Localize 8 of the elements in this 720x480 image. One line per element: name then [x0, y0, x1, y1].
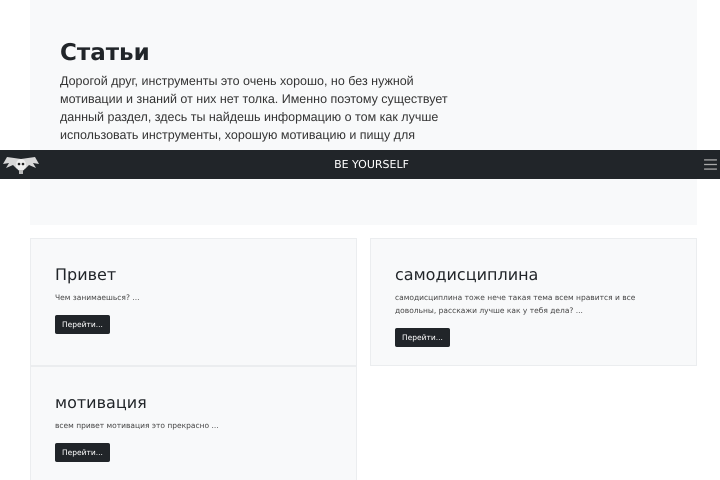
winged-skull-icon[interactable] — [3, 154, 39, 174]
card-title: мотивация — [55, 393, 148, 413]
intro-paragraph: Дорогой друг, инструменты это очень хорошо, но без нужной мотивации и знаний от них нет толка. Именно поэтому существует данный раздел, здесь ты найдешь информацию о том как лучше использовать инструменты, хорошую мотивацию и пищу для — [60, 73, 449, 144]
menu-icon[interactable] — [704, 159, 717, 170]
card-title: самодисциплина — [395, 265, 540, 285]
card-title: Привет — [55, 265, 118, 285]
site-title[interactable]: BE YOURSELF — [334, 158, 409, 171]
page-title: Статьи — [60, 39, 151, 68]
